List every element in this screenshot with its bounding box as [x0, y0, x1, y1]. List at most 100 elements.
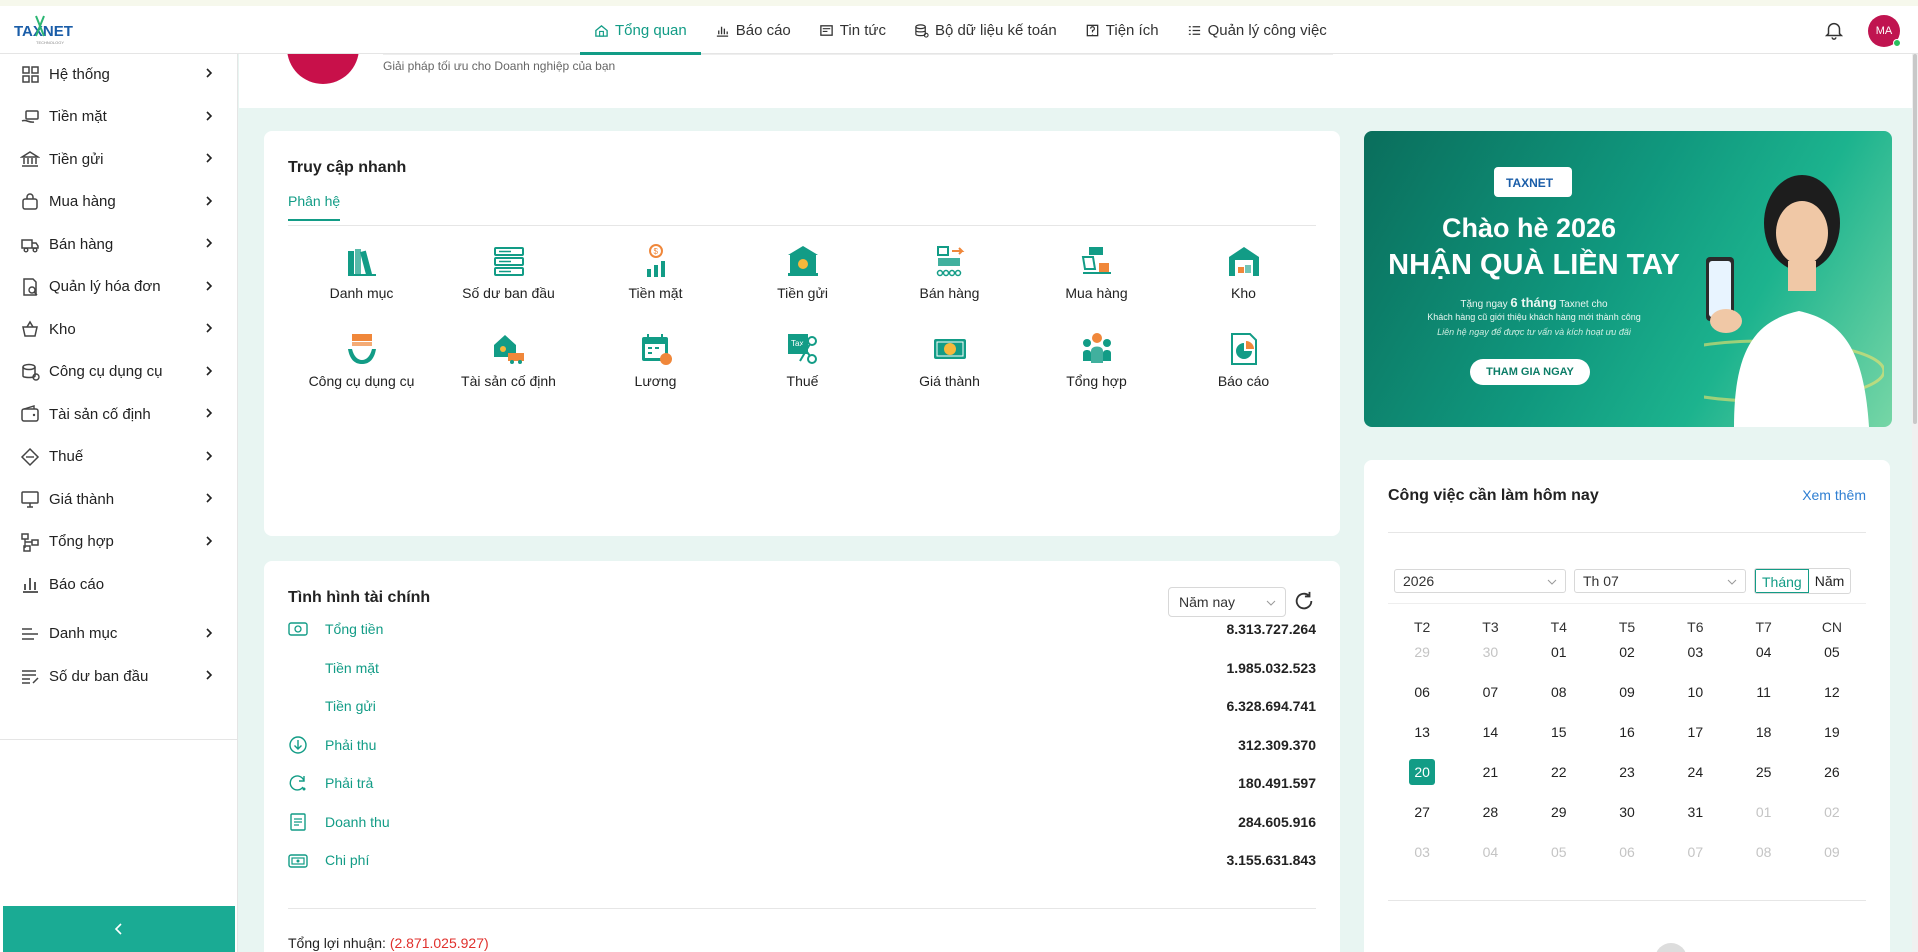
sidebar-item-14[interactable]: Số dư ban đầu [0, 656, 238, 696]
finance-row-6[interactable]: Chi phí 3.155.631.843 [288, 849, 1316, 871]
sidebar-collapse-button[interactable] [3, 906, 235, 952]
calendar-day[interactable]: 06 [1593, 839, 1661, 879]
calendar-day[interactable]: 05 [1798, 639, 1866, 679]
calendar-day[interactable]: 14 [1456, 719, 1524, 759]
sidebar-item-7[interactable]: Công cụ dụng cụ [0, 352, 238, 392]
calendar-day[interactable]: 29 [1388, 639, 1456, 679]
promo-banner[interactable]: TAXNET Chào hè 2026 NHẬN QUÀ LIỀN TAY Tặ… [1364, 131, 1892, 427]
nav-item-1[interactable]: Báo cáo [701, 6, 805, 54]
sidebar-item-0[interactable]: Hệ thống [0, 54, 238, 94]
calendar-day[interactable]: 23 [1593, 759, 1661, 799]
tab-modules[interactable]: Phân hệ [288, 193, 341, 221]
sidebar-item-6[interactable]: Kho [0, 309, 238, 349]
quick-access-item-5[interactable]: Mua hàng [1023, 243, 1170, 301]
calendar-day[interactable]: 26 [1798, 759, 1866, 799]
quick-access-item-13[interactable]: Báo cáo [1170, 331, 1317, 389]
calendar-day[interactable]: 02 [1593, 639, 1661, 679]
sidebar-item-10[interactable]: Giá thành [0, 479, 238, 519]
finance-row-5[interactable]: Doanh thu 284.605.916 [288, 811, 1316, 833]
finance-row-1[interactable]: Tiền mặt 1.985.032.523 [288, 657, 1316, 679]
calendar-day[interactable]: 08 [1729, 839, 1797, 879]
quick-access-item-9[interactable]: Lương [582, 331, 729, 389]
period-select[interactable]: Năm nay [1168, 587, 1286, 617]
calendar-day[interactable]: 29 [1525, 799, 1593, 839]
join-now-button[interactable]: THAM GIA NGAY [1470, 359, 1590, 385]
calendar-day[interactable]: 03 [1661, 639, 1729, 679]
calendar-day[interactable]: 17 [1661, 719, 1729, 759]
calendar-day[interactable]: 31 [1661, 799, 1729, 839]
sidebar-item-4[interactable]: Bán hàng [0, 224, 238, 264]
finance-row-2[interactable]: Tiền gửi 6.328.694.741 [288, 695, 1316, 717]
calendar-day[interactable]: 09 [1593, 679, 1661, 719]
quick-access-item-7[interactable]: Công cụ dụng cụ [288, 331, 435, 389]
year-select[interactable]: 2026 [1394, 569, 1566, 593]
quick-access-item-3[interactable]: Tiền gửi [729, 243, 876, 301]
calendar-day[interactable]: 21 [1456, 759, 1524, 799]
pagination-dot[interactable] [1655, 943, 1687, 952]
calendar-day[interactable]: 04 [1729, 639, 1797, 679]
taxnet-logo[interactable]: TAXNET TECHNOLOGY [14, 12, 76, 48]
quick-access-item-8[interactable]: Tài sản cố định [435, 331, 582, 389]
nav-item-4[interactable]: Tiện ích [1071, 6, 1173, 54]
calendar-day[interactable]: 11 [1729, 679, 1797, 719]
calendar-day[interactable]: 28 [1456, 799, 1524, 839]
quick-access-item-0[interactable]: Danh mục [288, 243, 435, 301]
calendar-day[interactable]: 20 [1388, 759, 1456, 799]
quick-access-item-11[interactable]: Giá thành [876, 331, 1023, 389]
calendar-day[interactable]: 02 [1798, 799, 1866, 839]
quick-access-item-6[interactable]: Kho [1170, 243, 1317, 301]
calendar-day[interactable]: 24 [1661, 759, 1729, 799]
quick-access-item-1[interactable]: Số dư ban đầu [435, 243, 582, 301]
calendar-day[interactable]: 27 [1388, 799, 1456, 839]
calendar-day[interactable]: 09 [1798, 839, 1866, 879]
sidebar-item-2[interactable]: Tiền gửi [0, 139, 238, 179]
calendar-day[interactable]: 08 [1525, 679, 1593, 719]
sidebar-item-3[interactable]: Mua hàng [0, 182, 238, 222]
quick-access-item-10[interactable]: Tax Thuế [729, 331, 876, 389]
calendar-day[interactable]: 30 [1593, 799, 1661, 839]
calendar-day[interactable]: 01 [1729, 799, 1797, 839]
quick-access-item-4[interactable]: Bán hàng [876, 243, 1023, 301]
nav-item-2[interactable]: Tin tức [805, 6, 900, 54]
sidebar-item-13[interactable]: Danh mục [0, 614, 238, 654]
calendar-day[interactable]: 07 [1661, 839, 1729, 879]
view-year-button[interactable]: Năm [1809, 569, 1851, 593]
calendar-day[interactable]: 19 [1798, 719, 1866, 759]
quick-access-item-2[interactable]: $ Tiền mặt [582, 243, 729, 301]
nav-item-3[interactable]: Bộ dữ liệu kế toán [900, 6, 1071, 54]
calendar-day[interactable]: 16 [1593, 719, 1661, 759]
calendar-day[interactable]: 01 [1525, 639, 1593, 679]
calendar-day[interactable]: 13 [1388, 719, 1456, 759]
finance-row-0[interactable]: Tổng tiền 8.313.727.264 [288, 618, 1316, 640]
calendar-day[interactable]: 12 [1798, 679, 1866, 719]
sidebar-item-9[interactable]: Thuế [0, 437, 238, 477]
notification-bell-icon[interactable] [1823, 19, 1845, 41]
month-select[interactable]: Th 07 [1574, 569, 1746, 593]
nav-item-5[interactable]: Quản lý công việc [1173, 6, 1341, 54]
calendar-day[interactable]: 03 [1388, 839, 1456, 879]
sidebar-item-5[interactable]: Quản lý hóa đơn [0, 267, 238, 307]
nav-item-0[interactable]: Tổng quan [580, 6, 701, 55]
sidebar-item-11[interactable]: Tổng hợp [0, 522, 238, 562]
see-more-link[interactable]: Xem thêm [1802, 487, 1866, 503]
sidebar-item-1[interactable]: Tiền mặt [0, 97, 238, 137]
calendar-day[interactable]: 30 [1456, 639, 1524, 679]
finance-row-3[interactable]: Phải thu 312.309.370 [288, 734, 1316, 756]
calendar-day[interactable]: 25 [1729, 759, 1797, 799]
quick-access-item-12[interactable]: Tổng hợp [1023, 331, 1170, 389]
calendar-day[interactable]: 04 [1456, 839, 1524, 879]
sidebar-item-8[interactable]: Tài sản cố định [0, 394, 238, 434]
refresh-icon[interactable] [1293, 590, 1315, 612]
user-avatar[interactable]: MA [1868, 15, 1901, 47]
calendar-day[interactable]: 07 [1456, 679, 1524, 719]
page-scrollbar-thumb[interactable] [1913, 54, 1917, 424]
calendar-day[interactable]: 06 [1388, 679, 1456, 719]
sidebar-item-12[interactable]: Báo cáo [0, 564, 238, 604]
finance-row-4[interactable]: Phải trả 180.491.597 [288, 772, 1316, 794]
view-month-button[interactable]: Tháng [1755, 569, 1809, 593]
calendar-day[interactable]: 15 [1525, 719, 1593, 759]
calendar-day[interactable]: 05 [1525, 839, 1593, 879]
calendar-day[interactable]: 22 [1525, 759, 1593, 799]
calendar-day[interactable]: 18 [1729, 719, 1797, 759]
calendar-day[interactable]: 10 [1661, 679, 1729, 719]
